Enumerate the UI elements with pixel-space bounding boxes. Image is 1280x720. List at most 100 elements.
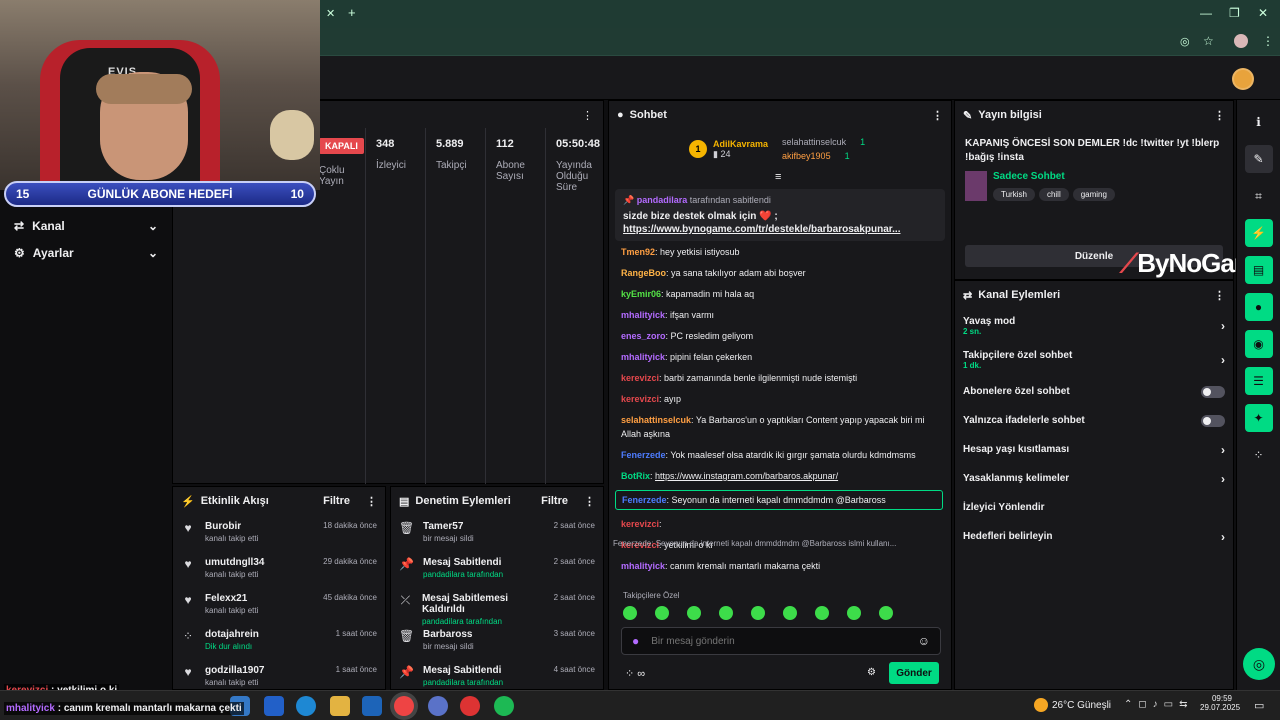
chat-message[interactable]: Tmen92: hey yetkisi istiyosub <box>609 245 949 259</box>
clock[interactable]: 09:59 29.07.2025 <box>1200 694 1240 712</box>
feed-item[interactable]: ⁘ dotajahrein Dik dur alındı 1 saat önce <box>173 623 385 659</box>
edge-icon[interactable] <box>296 696 316 716</box>
outlook-icon[interactable] <box>362 696 382 716</box>
channel-action-item[interactable]: Yalnızca ifadelerle sohbet <box>955 406 1233 435</box>
chat-message[interactable]: RangeBoo: ya sana takılıyor adam abi boş… <box>609 266 949 280</box>
feed-item[interactable]: ♥ umutdngll34 kanalı takip etti 29 dakika ö… <box>173 551 385 587</box>
panel-menu-icon[interactable]: ⋮ <box>582 109 593 122</box>
emote-icon[interactable] <box>719 606 733 620</box>
emote-icon[interactable] <box>815 606 829 620</box>
new-tab-icon[interactable]: + <box>348 5 356 20</box>
emote-icon[interactable] <box>879 606 893 620</box>
sidebar-item-channel[interactable]: ⇄ Kanal ⌄ <box>0 212 172 239</box>
emoji-icon[interactable]: ☺ <box>918 634 930 648</box>
user-avatar[interactable] <box>1232 68 1254 90</box>
close-tab-icon[interactable]: ✕ <box>326 7 335 20</box>
feed-item[interactable]: ♥ Burobir kanalı takip etti 18 dakika önce <box>173 515 385 551</box>
chat-username[interactable]: BotRix <box>621 471 650 481</box>
chat-username[interactable]: mhalityick <box>621 561 665 571</box>
close-window-icon[interactable]: ✕ <box>1258 6 1268 20</box>
feed-item[interactable]: ♥ Felexx21 kanalı takip etti 45 dakika önce <box>173 587 385 623</box>
chat-message[interactable]: Fenerzede: Yok maalesef olsa atardık iki… <box>609 448 949 462</box>
chat-bubble-icon[interactable]: ● <box>1244 293 1273 321</box>
emote-icon[interactable] <box>655 606 669 620</box>
mod-filter-button[interactable]: Filtre <box>541 495 568 507</box>
chat-message[interactable]: selahattinselcuk: Ya Barbaros'un o yaptı… <box>609 413 949 441</box>
wrench-icon[interactable]: ✦ <box>1244 404 1273 432</box>
chat-message[interactable]: Fenerzede: Seyonun da interneti kapalı d… <box>615 490 943 510</box>
chat-username[interactable]: mhalityick <box>621 310 665 320</box>
channel-action-item[interactable]: Abonelere özel sohbet <box>955 377 1233 406</box>
star-icon[interactable]: ☆ <box>1203 34 1214 48</box>
chat-message[interactable]: BotRix: https://www.instagram.com/barbar… <box>609 469 949 483</box>
chat-username[interactable]: kyEmir06 <box>621 289 661 299</box>
chat-username[interactable]: Fenerzede <box>621 450 666 460</box>
sidebar-item-settings[interactable]: ⚙ Ayarlar ⌄ <box>0 239 172 266</box>
chat-text-field[interactable] <box>651 635 906 647</box>
spotify-icon[interactable] <box>494 696 514 716</box>
chat-username[interactable]: RangeBoo <box>621 268 666 278</box>
panel-menu-icon[interactable]: ⋮ <box>1214 109 1225 122</box>
feed-item[interactable]: 📌 Mesaj Sabitlendi pandadilara tarafından 2… <box>391 551 603 587</box>
chat-message[interactable]: kerevizci: <box>609 517 949 531</box>
chat-username[interactable]: kerevizci <box>621 519 659 529</box>
menu-dots-icon[interactable]: ⋮ <box>1262 34 1274 48</box>
activity-filter-button[interactable]: Filtre <box>323 495 350 507</box>
feed-item[interactable]: 🗑 Barbaross bir mesajı sildi 3 saat önce <box>391 623 603 659</box>
chat-input[interactable]: ● ☺ <box>621 627 941 655</box>
points-icon[interactable]: ⁘ ∞ <box>625 667 645 680</box>
chat-message[interactable]: mhalityick: canım kremalı mantarlı makar… <box>609 559 949 573</box>
folder-icon[interactable] <box>330 696 350 716</box>
chat-message[interactable]: kyEmir06: kapamadin mi hala aq <box>609 287 949 301</box>
channel-action-item[interactable]: Hesap yaşı kısıtlaması › <box>955 435 1233 464</box>
microphone-icon[interactable]: ● <box>632 634 639 648</box>
toggle-switch[interactable] <box>1201 414 1225 427</box>
emote-icon[interactable] <box>783 606 797 620</box>
emote-icon[interactable] <box>687 606 701 620</box>
pencil-icon[interactable]: ✎ <box>1244 145 1273 173</box>
broadcast-icon[interactable]: ◉ <box>1244 330 1273 358</box>
notification-icon[interactable]: ▭ <box>1254 699 1264 712</box>
emote-icon[interactable] <box>751 606 765 620</box>
channel-action-item[interactable]: İzleyici Yönlendir <box>955 493 1233 522</box>
minimize-icon[interactable]: — <box>1200 6 1212 20</box>
info-icon[interactable]: ℹ <box>1245 108 1273 136</box>
maximize-icon[interactable]: ❐ <box>1229 6 1240 20</box>
points-icon[interactable]: ⁘ <box>1245 441 1273 469</box>
chat-username[interactable]: kerevizci <box>621 373 659 383</box>
chat-message[interactable]: enes_zoro: PC resledim geliyom <box>609 329 949 343</box>
channel-action-item[interactable]: Yasaklanmış kelimeler › <box>955 464 1233 493</box>
panel-menu-icon[interactable]: ⋮ <box>366 495 377 508</box>
feed-item[interactable]: 🗑 Tamer57 bir mesajı sildi 2 saat önce <box>391 515 603 551</box>
chat-username[interactable]: enes_zoro <box>621 331 666 341</box>
app-icon[interactable] <box>428 696 448 716</box>
chat-username[interactable]: mhalityick <box>621 352 665 362</box>
send-button[interactable]: Gönder <box>889 662 939 684</box>
chat-settings-icon[interactable]: ⚙ <box>867 667 876 678</box>
lightning-icon[interactable]: ⚡ <box>1244 219 1273 247</box>
weather-text[interactable]: 26°C Güneşli <box>1052 700 1111 711</box>
crop-icon[interactable]: ⌗ <box>1245 182 1273 210</box>
chat-username[interactable]: selahattinselcuk <box>621 415 691 425</box>
chat-username[interactable]: Tmen92 <box>621 247 655 257</box>
pinned-link[interactable]: https://www.bynogame.com/tr/destekle/bar… <box>623 224 937 235</box>
chrome-icon[interactable] <box>394 696 414 716</box>
channel-action-item[interactable]: Takipçilere özel sohbet 1 dk. › <box>955 343 1233 377</box>
eye-off-icon[interactable]: ◎ <box>1180 35 1190 48</box>
chat-username[interactable]: kerevizci <box>621 394 659 404</box>
tray-icons[interactable]: ⌃◻♪▭⇆ <box>1124 699 1194 710</box>
chat-message[interactable]: mhalityick: pipini felan çekerken <box>609 350 949 364</box>
app-icon[interactable] <box>264 696 284 716</box>
emote-icon[interactable] <box>847 606 861 620</box>
document-icon[interactable]: ▤ <box>1244 256 1273 284</box>
channel-action-item[interactable]: Hedefleri belirleyin › <box>955 522 1233 551</box>
panel-menu-icon[interactable]: ⋮ <box>584 495 595 508</box>
feed-item[interactable]: ⤫ Mesaj Sabitlemesi Kaldırıldı pandadilara… <box>391 587 603 626</box>
chat-username[interactable]: Fenerzede <box>622 495 667 505</box>
chat-message[interactable]: kerevizci: barbi zamanında benle ilgilen… <box>609 371 949 385</box>
channel-action-item[interactable]: Yavaş mod 2 sn. › <box>955 309 1233 343</box>
obs-icon[interactable] <box>460 696 480 716</box>
chat-message[interactable]: mhalityick: ifşan varmı <box>609 308 949 322</box>
chat-message[interactable]: kerevizci: ayıp <box>609 392 949 406</box>
help-chat-icon[interactable]: ◎ <box>1243 648 1275 680</box>
